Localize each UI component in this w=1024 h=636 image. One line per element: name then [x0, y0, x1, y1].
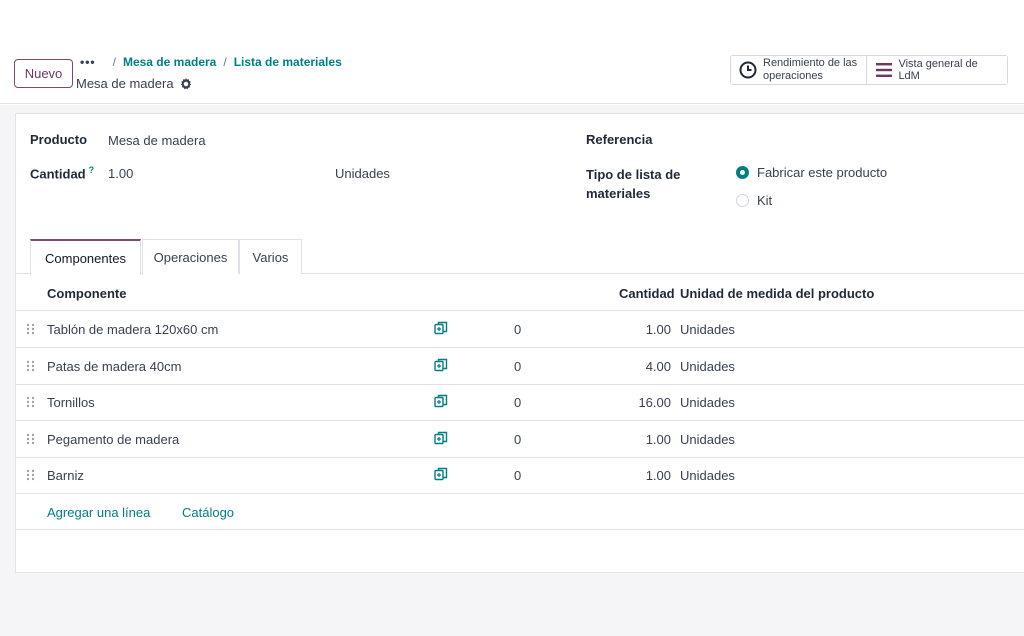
bom-overview-button[interactable]: Vista general de LdM: [866, 56, 1007, 84]
control-panel: Nuevo ••• / Mesa de madera / Lista de ma…: [0, 0, 1024, 104]
breadcrumb: ••• / Mesa de madera / Lista de material…: [80, 55, 342, 69]
add-line-link[interactable]: Agregar una línea: [47, 505, 150, 520]
column-header-component[interactable]: Componente: [47, 286, 126, 301]
record-title-text: Mesa de madera: [76, 76, 174, 91]
quantity-label: Cantidad?: [30, 165, 95, 182]
form-sheet: Producto Mesa de madera Cantidad? 1.00 U…: [15, 113, 1024, 573]
table-row[interactable]: Patas de madera 40cm 0 4.00 Unidades: [16, 348, 1024, 385]
record-title: Mesa de madera: [76, 76, 192, 91]
copy-icon[interactable]: [434, 394, 448, 408]
drag-handle-icon[interactable]: [26, 396, 35, 408]
uom-cell[interactable]: Unidades: [680, 322, 735, 337]
availability-cell: 0: [514, 358, 522, 374]
table-row[interactable]: Tablón de madera 120x60 cm 0 1.00 Unidades: [16, 311, 1024, 348]
availability-cell: 0: [514, 322, 522, 337]
drag-handle-icon[interactable]: [26, 469, 35, 481]
catalog-link[interactable]: Catálogo: [182, 505, 234, 520]
uom-cell[interactable]: Unidades: [680, 395, 735, 410]
drag-handle-icon[interactable]: [26, 360, 35, 372]
operations-performance-button[interactable]: Rendimiento de las operaciones: [731, 56, 866, 84]
quantity-cell[interactable]: 4.00: [601, 359, 671, 374]
bars-icon: [875, 61, 892, 79]
uom-cell[interactable]: Unidades: [680, 432, 735, 447]
column-header-uom[interactable]: Unidad de medida del producto: [680, 286, 874, 301]
quantity-cell[interactable]: 16.00: [601, 395, 671, 410]
bom-type-manufacture-radio[interactable]: Fabricar este producto: [736, 165, 887, 180]
column-header-quantity[interactable]: Cantidad: [619, 286, 675, 301]
uom-cell[interactable]: Unidades: [680, 359, 735, 374]
breadcrumb-separator: /: [112, 55, 116, 69]
quantity-cell[interactable]: 1.00: [601, 322, 671, 337]
breadcrumb-link-product[interactable]: Mesa de madera: [123, 55, 216, 69]
component-cell[interactable]: Pegamento de madera: [47, 432, 179, 447]
gear-icon[interactable]: [180, 77, 192, 90]
radio-unchecked-icon: [736, 194, 749, 207]
table-actions-row: Agregar una línea Catálogo: [16, 494, 1024, 530]
quantity-cell[interactable]: 1.00: [601, 468, 671, 483]
reference-label: Referencia: [586, 132, 653, 147]
availability-cell: 0: [514, 395, 522, 411]
availability-cell: 0: [514, 468, 522, 484]
component-cell[interactable]: Tornillos: [47, 395, 95, 410]
table-row[interactable]: Tornillos 0 16.00 Unidades: [16, 384, 1024, 422]
availability-cell: 0: [514, 431, 522, 447]
tab-componentes[interactable]: Componentes: [30, 239, 141, 275]
table-row[interactable]: Pegamento de madera 0 1.00 Unidades: [16, 421, 1024, 458]
tab-operaciones[interactable]: Operaciones: [142, 239, 239, 274]
product-label: Producto: [30, 132, 88, 147]
clock-icon: [739, 61, 757, 79]
quantity-field[interactable]: 1.00: [108, 166, 133, 181]
product-field[interactable]: Mesa de madera: [108, 133, 206, 148]
breadcrumb-link-bom-list[interactable]: Lista de materiales: [234, 55, 342, 69]
operations-performance-label: Rendimiento de las operaciones: [763, 57, 858, 82]
breadcrumb-separator: /: [223, 55, 227, 69]
new-button[interactable]: Nuevo: [14, 59, 73, 88]
radio-checked-icon: [736, 166, 749, 179]
breadcrumb-more-button[interactable]: •••: [80, 55, 96, 69]
bom-overview-label: Vista general de LdM: [898, 58, 978, 82]
smart-buttons: Rendimiento de las operaciones Vista gen…: [730, 55, 1008, 85]
help-tooltip-icon[interactable]: ?: [89, 165, 95, 175]
component-cell[interactable]: Patas de madera 40cm: [47, 359, 181, 374]
bom-type-kit-radio[interactable]: Kit: [736, 193, 772, 208]
copy-icon[interactable]: [434, 431, 448, 445]
copy-icon[interactable]: [434, 321, 448, 335]
bom-type-label: Tipo de lista de materiales: [586, 167, 681, 201]
drag-handle-icon[interactable]: [26, 433, 35, 445]
copy-icon[interactable]: [434, 358, 448, 372]
tab-varios[interactable]: Varios: [239, 239, 302, 274]
quantity-uom-field[interactable]: Unidades: [335, 166, 390, 181]
quantity-cell[interactable]: 1.00: [601, 432, 671, 447]
table-header: Componente Cantidad Unidad de medida del…: [16, 274, 1024, 311]
copy-icon[interactable]: [434, 467, 448, 481]
uom-cell[interactable]: Unidades: [680, 468, 735, 483]
drag-handle-icon[interactable]: [26, 323, 35, 335]
table-row[interactable]: Barniz 0 1.00 Unidades: [16, 457, 1024, 495]
component-cell[interactable]: Tablón de madera 120x60 cm: [47, 322, 218, 337]
component-cell[interactable]: Barniz: [47, 468, 84, 483]
notebook-tabs: Componentes Operaciones Varios: [16, 239, 1024, 275]
